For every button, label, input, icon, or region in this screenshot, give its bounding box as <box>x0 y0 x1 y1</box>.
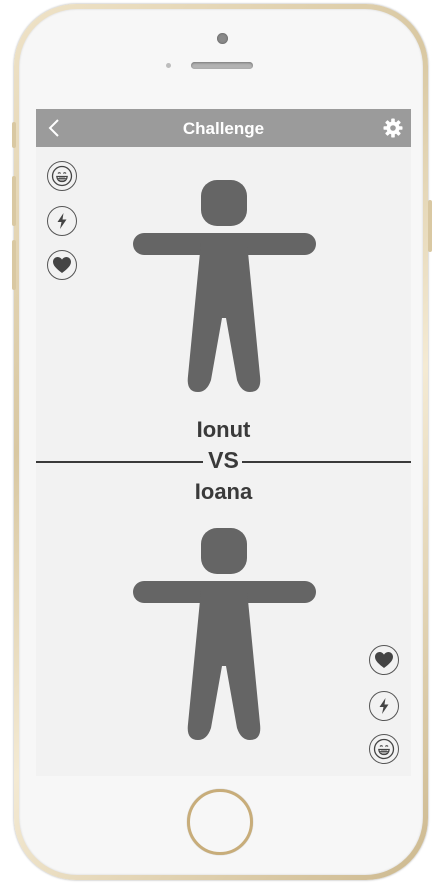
proximity-sensor <box>166 63 171 68</box>
grinning-face-icon <box>373 738 395 760</box>
vs-divider-right <box>242 461 411 463</box>
settings-button[interactable] <box>383 118 403 138</box>
app-screen: Challenge Ionut VS Ioana <box>36 109 411 776</box>
page-title: Challenge <box>182 119 265 138</box>
top-heart-button[interactable] <box>47 250 77 280</box>
lightning-icon <box>57 213 67 229</box>
lightning-icon <box>379 698 389 714</box>
top-emoji-button[interactable] <box>47 161 77 191</box>
volume-up-button <box>12 176 16 226</box>
heart-icon <box>375 652 393 668</box>
bottom-player-avatar <box>133 528 316 740</box>
power-button <box>428 200 432 252</box>
earpiece-speaker <box>191 62 253 69</box>
bottom-heart-button[interactable] <box>369 645 399 675</box>
mute-switch <box>12 122 16 148</box>
heart-icon <box>53 257 71 273</box>
bottom-emoji-button[interactable] <box>369 734 399 764</box>
top-player-avatar <box>133 180 316 392</box>
header-bar: Challenge <box>36 109 411 147</box>
volume-down-button <box>12 240 16 290</box>
top-bolt-button[interactable] <box>47 206 77 236</box>
gear-icon <box>383 118 403 138</box>
bottom-bolt-button[interactable] <box>369 691 399 721</box>
front-camera <box>217 33 228 44</box>
grinning-face-icon <box>51 165 73 187</box>
home-button[interactable] <box>187 789 253 855</box>
bottom-player-name: Ioana <box>194 479 253 504</box>
top-player-name: Ionut <box>196 417 251 442</box>
